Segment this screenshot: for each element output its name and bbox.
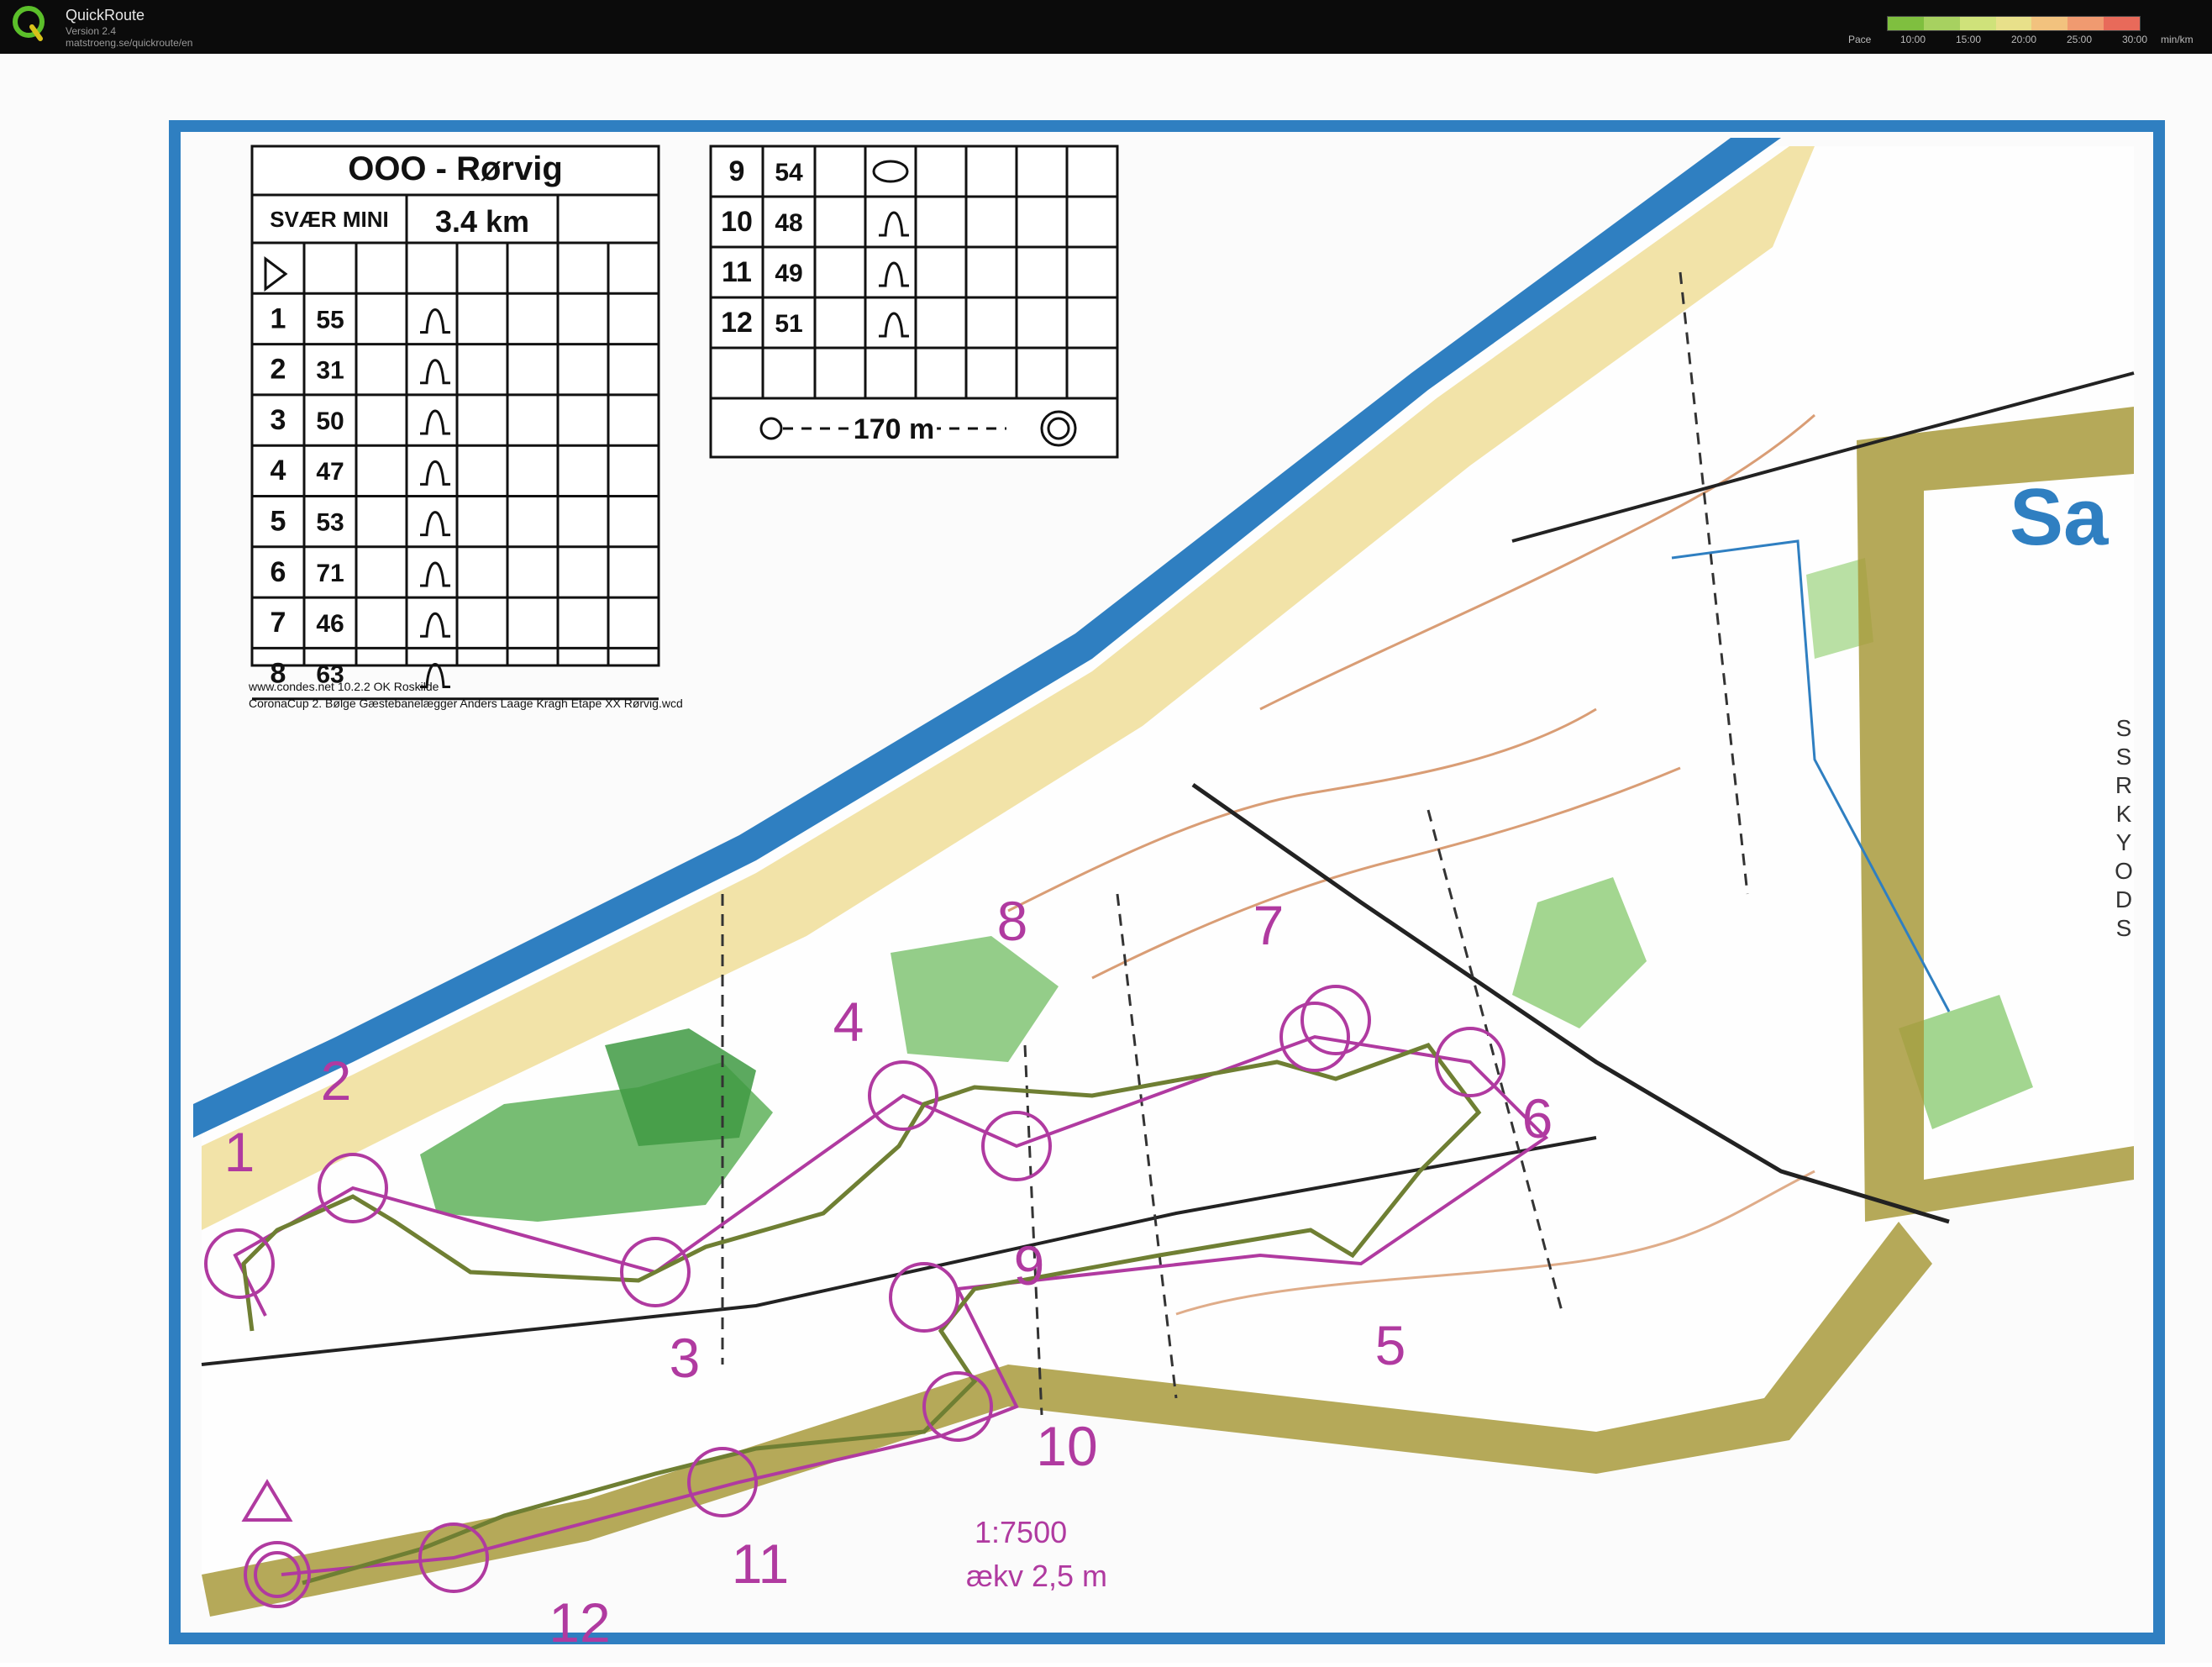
pace-color-scale: [1887, 16, 2141, 31]
pace-tick: 30:00: [2122, 34, 2148, 45]
control-number: 8: [997, 890, 1028, 952]
pace-label: Pace: [1848, 34, 1872, 45]
control-number: 2: [321, 1049, 352, 1112]
sheet-footer: www.condes.net 10.2.2 OK Roskilde: [248, 680, 439, 693]
sheet-control-code: 53: [316, 509, 344, 537]
control-description-sheet: OOO - Rørvig SVÆR MINI 3.4 km 1 55 2 31 3 50 4…: [250, 145, 660, 701]
pace-color-segment: [1923, 17, 1960, 30]
app-name: QuickRoute: [66, 7, 145, 24]
contour-interval: ækv 2,5 m: [966, 1559, 1107, 1593]
sheet-control-code: 55: [316, 306, 344, 334]
finish-distance: 170 m: [854, 413, 934, 445]
sheet-control-number: 6: [271, 556, 286, 588]
sheet-control-code: 49: [775, 260, 802, 287]
quickroute-logo-icon: [13, 6, 45, 41]
course-length: 3.4 km: [435, 204, 529, 239]
control-description-sheet-2: 9 54 10 48 11 49 12 51 170 m: [709, 145, 1119, 459]
sheet-control-code: 51: [775, 310, 802, 338]
vertical-label-letter: S: [2116, 715, 2132, 741]
vertical-label-letter: K: [2116, 801, 2132, 827]
control-number: 6: [1522, 1087, 1553, 1149]
pace-tick: 20:00: [2011, 34, 2037, 45]
control-number: 7: [1253, 894, 1285, 956]
pace-color-segment: [1888, 17, 1924, 30]
control-number: 9: [1014, 1234, 1045, 1296]
sheet-control-code: 46: [316, 610, 344, 638]
orienteering-map[interactable]: 123456789101112 OOO - Rørvig SVÆR MINI 3…: [0, 54, 2212, 1663]
sheet-footer: CoronaCup 2. Bølge Gæstebanelægger Ander…: [249, 697, 683, 710]
pace-tick: 15:00: [1956, 34, 1982, 45]
control-number: 10: [1036, 1415, 1097, 1477]
map-scale: 1:7500: [975, 1515, 1067, 1549]
sheet-control-code: 47: [316, 458, 344, 486]
vertical-label-letter: S: [2116, 915, 2132, 941]
sheet-control-number: 12: [721, 307, 753, 339]
sheet-control-number: 1: [271, 302, 286, 334]
sheet-control-code: 50: [316, 408, 344, 435]
sheet-control-code: 54: [775, 159, 803, 187]
control-number: 11: [732, 1533, 790, 1595]
sheet-control-number: 11: [722, 256, 752, 288]
sheet-control-number: 9: [729, 155, 745, 187]
control-number: 1: [224, 1121, 255, 1183]
map-viewport[interactable]: 1 2 3 4 5 6 7 8 9 10 11 12 OOO - Rørvig SVÆR MINI 3…: [0, 54, 2212, 1663]
sheet-control-code: 71: [316, 560, 344, 587]
sheet-control-number: 4: [271, 455, 286, 486]
pace-tick: 10:00: [1900, 34, 1926, 45]
course-name: SVÆR MINI: [270, 207, 389, 232]
sheet-control-code: 31: [316, 357, 344, 385]
control-number: 12: [549, 1591, 610, 1654]
vertical-label-letter: O: [2115, 858, 2133, 884]
control-number: 4: [833, 991, 864, 1053]
vertical-label-letter: S: [2116, 744, 2132, 770]
sheet-control-number: 3: [271, 404, 286, 436]
vertical-label-letter: Y: [2116, 829, 2132, 855]
pace-color-segment: [2104, 17, 2141, 30]
sheet-control-code: 48: [775, 209, 802, 237]
pace-color-segment: [1959, 17, 1996, 30]
place-name: Sa: [2010, 472, 2109, 562]
pace-unit: min/km: [2161, 34, 2194, 45]
pace-color-segment: [1995, 17, 2032, 30]
sheet-control-number: 10: [721, 206, 753, 238]
pace-tick: 25:00: [2067, 34, 2093, 45]
pace-color-segment: [2031, 17, 2068, 30]
sheet-control-number: 2: [271, 354, 286, 386]
control-number: 5: [1375, 1314, 1406, 1376]
vertical-label-letter: D: [2115, 886, 2132, 912]
app-url: matstroeng.se/quickroute/en: [66, 37, 193, 49]
control-number: 3: [670, 1327, 701, 1389]
vertical-label-letter: R: [2115, 772, 2132, 798]
pace-color-segment: [2068, 17, 2104, 30]
sheet-control-number: 7: [271, 607, 286, 639]
app-version: Version 2.4: [66, 25, 117, 37]
sheet-control-number: 5: [271, 506, 286, 538]
sheet-title: OOO - Rørvig: [348, 150, 563, 187]
app-header: QuickRoute Version 2.4 matstroeng.se/qui…: [0, 0, 2212, 54]
